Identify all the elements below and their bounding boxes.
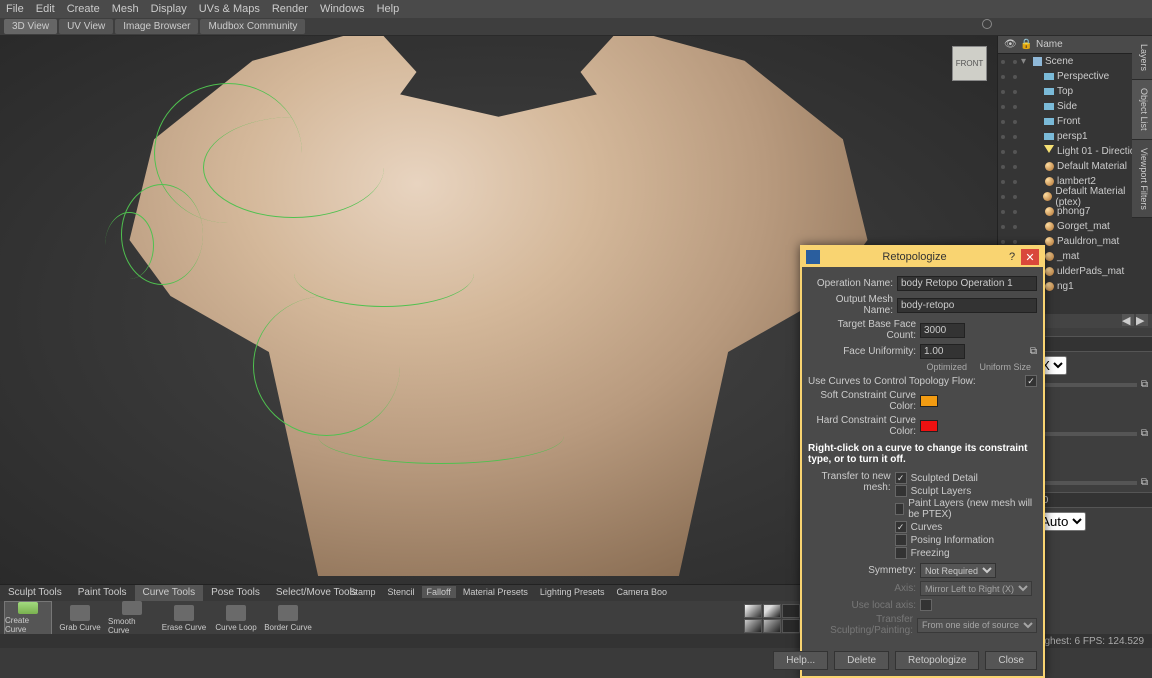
help-icon[interactable]: ?: [1003, 249, 1021, 265]
face-unif-label: Face Uniformity:: [808, 346, 916, 357]
op-name-input[interactable]: [897, 276, 1037, 291]
outliner-row[interactable]: Gorget_mat: [998, 219, 1152, 234]
lock-col: 🔒: [1020, 39, 1032, 50]
outliner-row[interactable]: Perspective: [998, 69, 1152, 84]
soft-color-label: Soft Constraint Curve Color:: [808, 390, 916, 412]
tool-createcurve[interactable]: Create Curve: [4, 601, 52, 635]
hard-color-swatch[interactable]: [920, 420, 938, 432]
menu-uvsmaps[interactable]: UVs & Maps: [199, 3, 260, 15]
nav-prev-icon[interactable]: ◀: [1122, 314, 1134, 326]
outliner-row[interactable]: Default Material (ptex): [998, 189, 1152, 204]
retopologize-button[interactable]: Retopologize: [895, 651, 979, 670]
outliner-row[interactable]: Top: [998, 84, 1152, 99]
preset-tab-cameraboo[interactable]: Camera Boo: [611, 586, 672, 598]
menu-windows[interactable]: Windows: [320, 3, 365, 15]
outliner-row[interactable]: Light 01 - Directional: [998, 144, 1152, 159]
preset-tab-stencil[interactable]: Stencil: [383, 586, 420, 598]
op-name-label: Operation Name:: [808, 278, 893, 289]
symmetry-label: Symmetry:: [808, 565, 916, 576]
soft-color-swatch[interactable]: [920, 395, 938, 407]
tab-dview[interactable]: 3D View: [4, 19, 57, 34]
outliner-row[interactable]: Side: [998, 99, 1152, 114]
dialog-titlebar[interactable]: Retopologize ? ✕: [802, 247, 1043, 267]
sidetab-layers[interactable]: Layers: [1132, 36, 1152, 80]
hard-color-label: Hard Constraint Curve Color:: [808, 415, 916, 437]
axis-select: Mirror Left to Right (X): [920, 581, 1032, 596]
tsp-select: From one side of source: [917, 618, 1037, 633]
menu-display[interactable]: Display: [151, 3, 187, 15]
view-tabs: 3D ViewUV ViewImage BrowserMudbox Commun…: [0, 18, 1152, 36]
symmetry-select[interactable]: Not Required: [920, 563, 996, 578]
transfer-checkbox[interactable]: ✓: [895, 521, 907, 533]
axis-label: Axis:: [808, 583, 916, 594]
face-count-label: Target Base Face Count:: [808, 319, 916, 341]
main-menubar[interactable]: File Edit Create Mesh Display UVs & Maps Rende…: [0, 0, 1152, 18]
tooltab-sculpttools[interactable]: Sculpt Tools: [0, 585, 70, 601]
tooltab-curvetools[interactable]: Curve Tools: [135, 585, 204, 601]
close-icon[interactable]: ✕: [1021, 249, 1039, 265]
local-axis-checkbox: [920, 599, 932, 611]
outliner-header: 👁 🔒 Name: [998, 36, 1152, 54]
tool-shelf: Sculpt ToolsPaint ToolsCurve ToolsPose T…: [0, 584, 842, 634]
tooltab-painttools[interactable]: Paint Tools: [70, 585, 135, 601]
constraint-note: Right-click on a curve to change its con…: [808, 443, 1037, 465]
tooltab-posetools[interactable]: Pose Tools: [203, 585, 268, 601]
use-curves-label: Use Curves to Control Topology Flow:: [808, 376, 1021, 387]
retopo-curve[interactable]: [318, 408, 564, 464]
retopologize-dialog: Retopologize ? ✕ Operation Name: Output …: [800, 245, 1045, 678]
preset-tab-stamp[interactable]: Stamp: [345, 586, 381, 598]
menu-mesh[interactable]: Mesh: [112, 3, 139, 15]
tab-uvview[interactable]: UV View: [59, 19, 113, 34]
dialog-title: Retopologize: [826, 251, 1003, 263]
menu-create[interactable]: Create: [67, 3, 100, 15]
out-mesh-label: Output Mesh Name:: [808, 294, 893, 316]
delete-button[interactable]: Delete: [834, 651, 889, 670]
menu-render[interactable]: Render: [272, 3, 308, 15]
visibility-col: 👁: [1004, 39, 1020, 50]
tool-bordercurve[interactable]: Border Curve: [264, 601, 312, 635]
tool-curveloop[interactable]: Curve Loop: [212, 601, 260, 635]
outliner-row[interactable]: Default Material: [998, 159, 1152, 174]
preset-tab-materialpresets[interactable]: Material Presets: [458, 586, 533, 598]
app-icon: [806, 250, 820, 264]
name-col: Name: [1032, 39, 1146, 50]
tab-mudboxcommunity[interactable]: Mudbox Community: [200, 19, 305, 34]
transfer-checkbox[interactable]: [895, 547, 907, 559]
outliner-row[interactable]: Front: [998, 114, 1152, 129]
retopo-curve[interactable]: [203, 117, 383, 218]
nav-next-icon[interactable]: ▶: [1136, 314, 1148, 326]
outliner-row[interactable]: ▾Scene: [998, 54, 1152, 69]
view-cube[interactable]: FRONT: [952, 46, 987, 81]
transfer-label: Transfer to new mesh:: [808, 471, 891, 493]
tool-erasecurve[interactable]: Erase Curve: [160, 601, 208, 635]
out-mesh-input[interactable]: [897, 298, 1037, 313]
face-count-input[interactable]: [920, 323, 965, 338]
local-axis-label: Use local axis:: [808, 600, 916, 611]
help-button[interactable]: Help...: [773, 651, 828, 670]
transfer-options: ✓Sculpted DetailSculpt LayersPaint Layer…: [895, 471, 1037, 560]
menu-help[interactable]: Help: [377, 3, 400, 15]
tool-smoothcurve[interactable]: Smooth Curve: [108, 601, 156, 635]
sidetab-viewportfilters[interactable]: Viewport Filters: [1132, 140, 1152, 219]
sidetab-objectlist[interactable]: Object List: [1132, 80, 1152, 140]
preset-tab-falloff[interactable]: Falloff: [422, 586, 456, 598]
use-curves-checkbox[interactable]: ✓: [1025, 375, 1037, 387]
outliner-row[interactable]: persp1: [998, 129, 1152, 144]
retopo-curve[interactable]: [105, 212, 154, 279]
info-icon[interactable]: [982, 19, 992, 29]
sculpt-mesh: [89, 36, 909, 576]
transfer-checkbox[interactable]: [895, 485, 907, 497]
menu-edit[interactable]: Edit: [36, 3, 55, 15]
tab-imagebrowser[interactable]: Image Browser: [115, 19, 198, 34]
tsp-label: Transfer Sculpting/Painting:: [808, 614, 913, 636]
tool-grabcurve[interactable]: Grab Curve: [56, 601, 104, 635]
transfer-checkbox[interactable]: [895, 503, 905, 515]
menu-file[interactable]: File: [6, 3, 24, 15]
side-tab-strip: LayersObject ListViewport Filters: [1132, 36, 1152, 218]
close-button[interactable]: Close: [985, 651, 1037, 670]
face-unif-input[interactable]: [920, 344, 965, 359]
preset-tab-lightingpresets[interactable]: Lighting Presets: [535, 586, 610, 598]
transfer-checkbox[interactable]: ✓: [895, 472, 907, 484]
transfer-checkbox[interactable]: [895, 534, 907, 546]
